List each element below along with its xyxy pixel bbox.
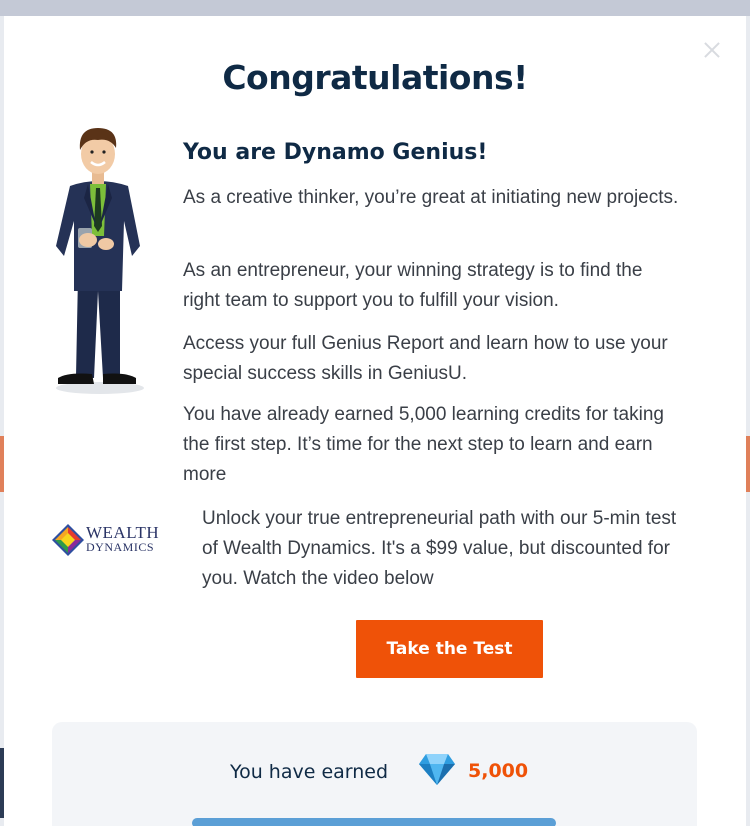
wealth-dynamics-logo-line1: WEALTH	[86, 523, 160, 542]
credits-earned-card: You have earned 5,000	[52, 722, 697, 826]
wealth-dynamics-logo: WEALTH DYNAMICS	[52, 524, 172, 558]
modal-title: Congratulations!	[222, 58, 528, 97]
earned-label: You have earned	[230, 761, 389, 783]
earned-credits-value: 5,000	[468, 760, 529, 782]
result-paragraph: As a creative thinker, you’re great at i…	[183, 187, 679, 208]
close-icon[interactable]	[702, 40, 722, 60]
result-paragraph: You have already earned 5,000 learning c…	[183, 404, 664, 485]
businessman-illustration	[56, 128, 144, 394]
credits-progress-bar	[192, 818, 556, 826]
wealth-dynamics-emblem-icon	[52, 524, 84, 556]
background-accent-right	[746, 436, 750, 492]
credits-progress-fill	[192, 818, 556, 826]
result-paragraph: As an entrepreneur, your winning strateg…	[183, 260, 643, 311]
result-subtitle: You are Dynamo Genius!	[183, 140, 488, 165]
wealth-dynamics-description: Unlock your true entrepreneurial path wi…	[202, 508, 677, 589]
background-page-right	[746, 16, 750, 826]
background-page-top	[0, 0, 750, 16]
wealth-dynamics-logo-line2: DYNAMICS	[86, 540, 155, 554]
congratulations-modal: Congratulations! You are Dynamo Genius! …	[4, 16, 746, 826]
diamond-icon	[419, 754, 455, 785]
take-test-button[interactable]: Take the Test	[356, 620, 543, 678]
result-paragraph: Access your full Genius Report and learn…	[183, 333, 668, 384]
